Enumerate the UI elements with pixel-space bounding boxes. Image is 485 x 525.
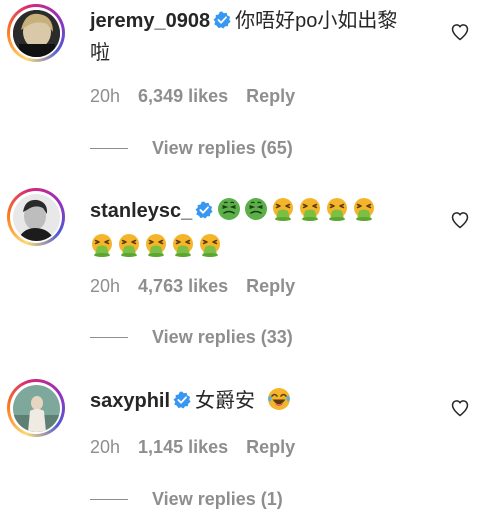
nauseated-face-icon (244, 197, 268, 230)
username[interactable]: jeremy_0908 (90, 10, 210, 32)
face-vomiting-icon (325, 197, 349, 230)
face-vomiting-icon (144, 233, 168, 266)
view-replies-button[interactable]: View replies (65) (152, 138, 293, 159)
reply-button[interactable]: Reply (246, 437, 295, 457)
likes-count[interactable]: 4,763 likes (138, 276, 228, 296)
heart-icon[interactable] (450, 398, 470, 418)
face-vomiting-icon (198, 233, 222, 266)
avatar-ring[interactable] (7, 379, 65, 437)
comment-meta: 20h 4,763 likes Reply (90, 276, 313, 297)
emoji-line-2 (90, 232, 225, 266)
timestamp: 20h (90, 437, 121, 457)
reply-button[interactable]: Reply (246, 86, 295, 106)
face-with-tears-of-joy-icon (267, 387, 291, 420)
avatar (12, 384, 60, 432)
username[interactable]: saxyphil (90, 390, 170, 412)
avatar-ring[interactable] (7, 188, 65, 246)
comment-text-continued: 啦 (90, 42, 110, 64)
reply-button[interactable]: Reply (246, 276, 295, 296)
comment-meta: 20h 1,145 likes Reply (90, 437, 313, 458)
face-vomiting-icon (171, 233, 195, 266)
verified-badge-icon (213, 8, 231, 38)
nauseated-face-icon (217, 197, 241, 230)
timestamp: 20h (90, 276, 121, 296)
emoji-line-1 (217, 198, 379, 222)
face-vomiting-icon (298, 197, 322, 230)
avatar-ring[interactable] (7, 4, 65, 62)
heart-icon[interactable] (450, 210, 470, 230)
view-replies-row[interactable]: View replies (33) (90, 327, 293, 348)
heart-icon[interactable] (450, 22, 470, 42)
verified-badge-icon (195, 198, 213, 228)
face-vomiting-icon (117, 233, 141, 266)
likes-count[interactable]: 6,349 likes (138, 86, 228, 106)
comment-text: 你唔好po小如出黎 (235, 10, 398, 32)
username[interactable]: stanleysc_ (90, 200, 192, 222)
face-vomiting-icon (90, 233, 114, 266)
face-vomiting-icon (352, 197, 376, 230)
timestamp: 20h (90, 86, 121, 106)
view-replies-button[interactable]: View replies (33) (152, 327, 293, 348)
face-vomiting-icon (271, 197, 295, 230)
divider (90, 148, 128, 149)
likes-count[interactable]: 1,145 likes (138, 437, 228, 457)
divider (90, 499, 128, 500)
verified-badge-icon (173, 388, 191, 418)
avatar (12, 9, 60, 57)
avatar (12, 193, 60, 241)
view-replies-row[interactable]: View replies (1) (90, 489, 283, 510)
divider (90, 337, 128, 338)
view-replies-row[interactable]: View replies (65) (90, 138, 293, 159)
view-replies-button[interactable]: View replies (1) (152, 489, 283, 510)
comment-text: 女爵安 (195, 390, 256, 412)
comment-meta: 20h 6,349 likes Reply (90, 86, 313, 107)
